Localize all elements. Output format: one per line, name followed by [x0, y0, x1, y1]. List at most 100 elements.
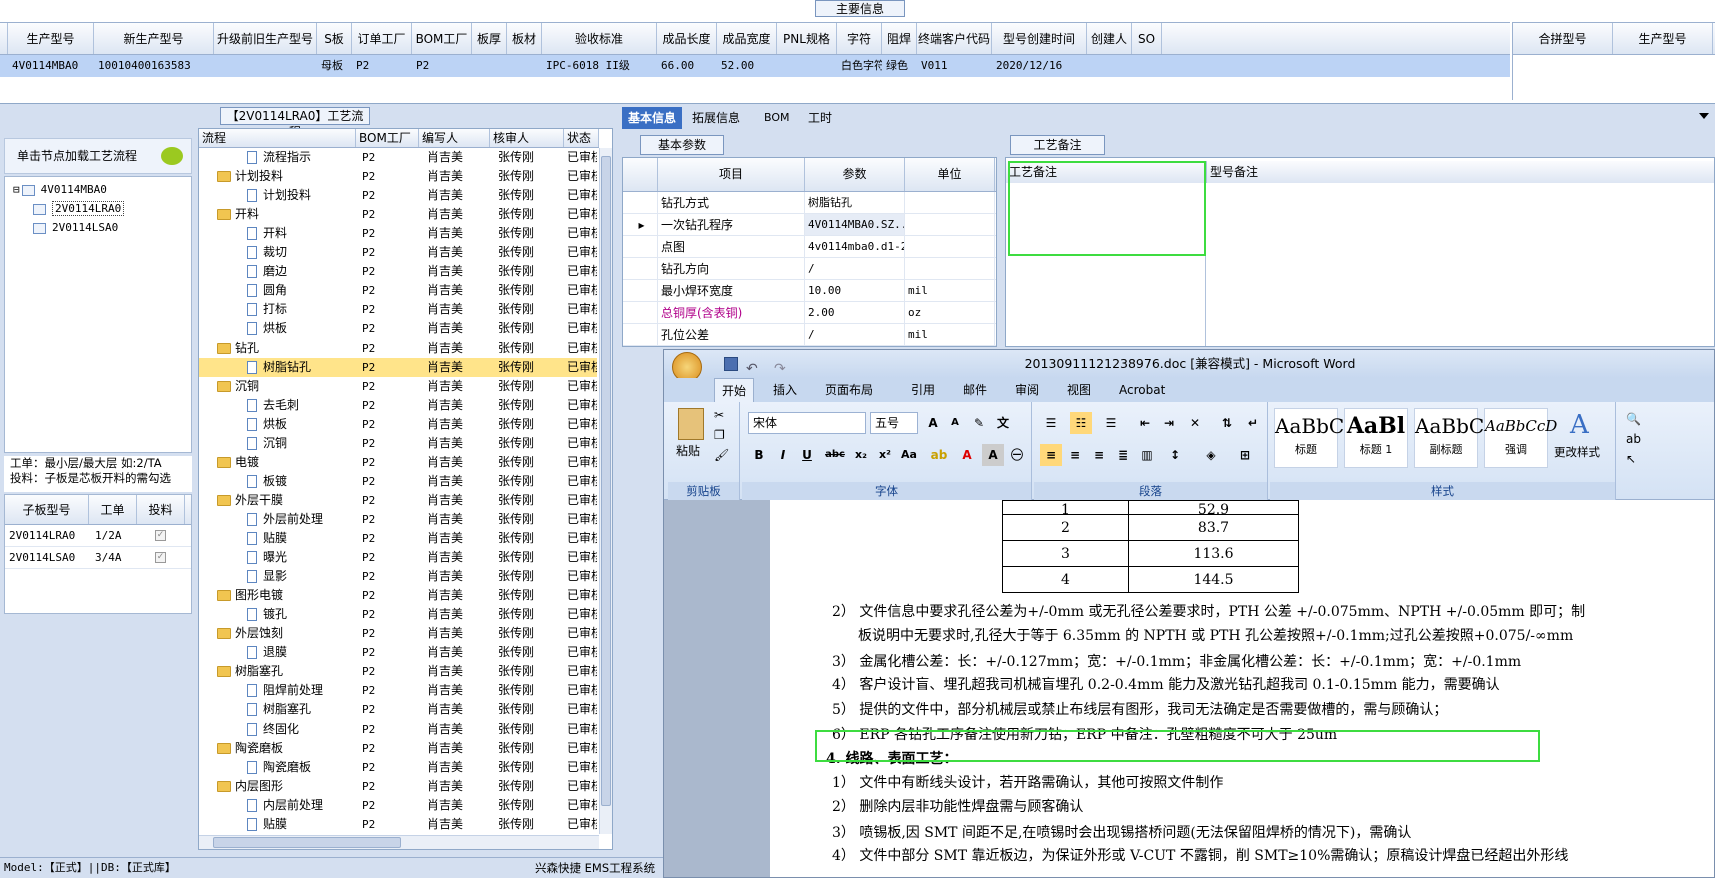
process-row[interactable]: 钻孔 P2 肖吉美 张传刚 已审核 [199, 339, 597, 358]
expand-icon[interactable]: ⊟ [13, 183, 20, 196]
basic-value[interactable]: / [805, 258, 905, 279]
main-cell[interactable]: P2 [412, 55, 472, 77]
word-tab[interactable]: 邮件 [956, 378, 994, 402]
main-cell[interactable]: 52.00 [717, 55, 777, 77]
process-row[interactable]: 陶瓷磨板 P2 肖吉美 张传刚 已审核 [199, 758, 597, 777]
process-row[interactable]: 阻焊前处理 P2 肖吉美 张传刚 已审核 [199, 681, 597, 700]
process-row[interactable]: 裁切 P2 肖吉美 张传刚 已审核 [199, 243, 597, 262]
process-row[interactable]: 退膜 P2 肖吉美 张传刚 已审核 [199, 643, 597, 662]
basic-row[interactable]: 钻孔方向 / [623, 258, 996, 280]
sub-row[interactable]: 2V0114LRA0 1/2A ✓ [5, 525, 191, 547]
bullets-button[interactable]: ☰ [1040, 412, 1062, 434]
process-row[interactable]: 内层前处理 P2 肖吉美 张传刚 已审核 [199, 796, 597, 815]
main-cell[interactable]: V011 [917, 55, 992, 77]
strikethrough-button[interactable]: abc [824, 444, 846, 466]
line-spacing-button[interactable]: ↕ [1164, 444, 1186, 466]
process-row[interactable]: 显影 P2 肖吉美 张传刚 已审核 [199, 567, 597, 586]
multilevel-button[interactable]: ☰ [1100, 412, 1122, 434]
basic-row[interactable]: 孔位公差 / mil [623, 324, 996, 346]
increase-indent-button[interactable]: ⇥ [1158, 412, 1180, 434]
process-horizontal-scrollbar[interactable] [199, 835, 599, 849]
borders-button[interactable]: ⊞ [1234, 444, 1256, 466]
main-cell[interactable] [777, 55, 837, 77]
style-item[interactable]: AaBbCcD 强调 [1484, 408, 1557, 468]
tab-extended-info[interactable]: 拓展信息 [686, 107, 746, 129]
underline-button[interactable]: U [796, 444, 818, 466]
tree-node[interactable]: ⊟ 4V0114MBA0 [13, 181, 107, 198]
justify-button[interactable]: ≣ [1112, 444, 1134, 466]
process-row[interactable]: 外层前处理 P2 肖吉美 张传刚 已审核 [199, 510, 597, 529]
scroll-thumb[interactable] [601, 156, 611, 806]
distribute-button[interactable]: ▥ [1136, 444, 1158, 466]
process-row[interactable]: 圆角 P2 肖吉美 张传刚 已审核 [199, 281, 597, 300]
tree-node[interactable]: 2V0114LRA0 [33, 200, 125, 217]
process-row[interactable]: 沉铜 P2 肖吉美 张传刚 已审核 [199, 377, 597, 396]
process-row[interactable]: 去毛刺 P2 肖吉美 张传刚 已审核 [199, 396, 597, 415]
checkbox-icon[interactable]: ✓ [155, 530, 166, 541]
bold-button[interactable]: B [748, 444, 770, 466]
process-row[interactable]: 图形电镀 P2 肖吉美 张传刚 已审核 [199, 586, 597, 605]
process-row[interactable]: 流程指示 P2 肖吉美 张传刚 已审核 [199, 148, 597, 167]
subscript-button[interactable]: x₂ [850, 444, 872, 466]
paste-label[interactable]: 粘贴 [676, 442, 700, 459]
process-row[interactable]: 开料 P2 肖吉美 张传刚 已审核 [199, 224, 597, 243]
word-tab[interactable]: 插入 [766, 378, 804, 402]
main-cell[interactable]: 白色字符 [837, 55, 882, 77]
checkbox-icon[interactable]: ✓ [155, 552, 166, 563]
format-painter-icon[interactable]: 🖌 [714, 448, 729, 462]
process-row[interactable]: 烘板 P2 肖吉美 张传刚 已审核 [199, 319, 597, 338]
align-right-button[interactable]: ≡ [1088, 444, 1110, 466]
shrink-font-button[interactable]: A [944, 412, 966, 434]
process-row[interactable]: 贴膜 P2 肖吉美 张传刚 已审核 [199, 529, 597, 548]
process-row[interactable]: 内层图形 P2 肖吉美 张传刚 已审核 [199, 777, 597, 796]
basic-row[interactable]: 钻孔方式 树脂钻孔 [623, 192, 996, 214]
word-tab[interactable]: Acrobat [1112, 378, 1172, 402]
style-item[interactable]: AaBl 标题 1 [1344, 408, 1408, 468]
basic-row[interactable]: 点图 4v0114mba0.d1-2 [623, 236, 996, 258]
align-left-button[interactable]: ≡ [1040, 444, 1062, 466]
main-cell[interactable]: 10010400163583 [94, 55, 214, 77]
process-row[interactable]: 沉铜 P2 肖吉美 张传刚 已审核 [199, 434, 597, 453]
process-row[interactable]: 终固化 P2 肖吉美 张传刚 已审核 [199, 720, 597, 739]
main-cell[interactable] [1087, 55, 1132, 77]
load-process-button[interactable]: 单击节点加载工艺流程 [4, 138, 192, 174]
style-item[interactable]: AaBbC 副标题 [1414, 408, 1484, 468]
show-marks-button[interactable]: ↵ [1242, 412, 1264, 434]
main-cell[interactable]: 绿色 [882, 55, 917, 77]
main-cell[interactable] [472, 55, 507, 77]
paste-icon[interactable] [678, 408, 704, 440]
main-cell[interactable] [507, 55, 542, 77]
basic-value[interactable]: 树脂钻孔 [805, 192, 905, 213]
process-row[interactable]: 陶瓷磨板 P2 肖吉美 张传刚 已审核 [199, 739, 597, 758]
tab-basic-info[interactable]: 基本信息 [622, 107, 683, 129]
main-cell[interactable]: 4V0114MBA0 [8, 55, 94, 77]
main-cell[interactable]: P2 [352, 55, 412, 77]
basic-value[interactable]: / [805, 324, 905, 345]
change-styles-icon[interactable]: A [1570, 410, 1589, 440]
main-cell[interactable]: 66.00 [657, 55, 717, 77]
feed-checkbox[interactable]: ✓ [137, 547, 185, 568]
main-cell[interactable] [1132, 55, 1162, 77]
superscript-button[interactable]: x² [874, 444, 896, 466]
copy-icon[interactable]: ❐ [714, 428, 725, 442]
select-icon[interactable]: ↖ [1626, 452, 1636, 466]
word-tab[interactable]: 页面布局 [818, 378, 880, 402]
process-row[interactable]: 曝光 P2 肖吉美 张传刚 已审核 [199, 548, 597, 567]
document-page[interactable]: 1 52.9 2 83.7 3 113.6 4 144.5 2） 文件信息中要求孔径公差为+/… [770, 500, 1714, 877]
tree-node[interactable]: 2V0114LSA0 [33, 219, 118, 236]
process-row[interactable]: 外层干膜 P2 肖吉美 张传刚 已审核 [199, 491, 597, 510]
align-center-button[interactable]: ≡ [1064, 444, 1086, 466]
basic-value[interactable]: 4V0114MBA0.SZ... [805, 214, 905, 235]
process-row[interactable]: 计划投料 P2 肖吉美 张传刚 已审核 [199, 167, 597, 186]
model-tree[interactable]: ⊟ 4V0114MBA0 2V0114LRA0 2V0114LSA0 [4, 176, 192, 453]
quick-save-icon[interactable] [724, 357, 738, 371]
cut-icon[interactable]: ✂ [714, 408, 724, 422]
main-cell[interactable] [214, 55, 317, 77]
process-row[interactable]: 计划投料 P2 肖吉美 张传刚 已审核 [199, 186, 597, 205]
font-size-select[interactable]: 五号 [870, 412, 918, 434]
basic-value[interactable]: 10.00 [805, 280, 905, 301]
model-remark-input[interactable] [1206, 183, 1714, 346]
main-cell[interactable]: 2020/12/16 [992, 55, 1087, 77]
sub-row[interactable]: 2V0114LSA0 3/4A ✓ [5, 547, 191, 569]
word-tab[interactable]: 审阅 [1008, 378, 1046, 402]
